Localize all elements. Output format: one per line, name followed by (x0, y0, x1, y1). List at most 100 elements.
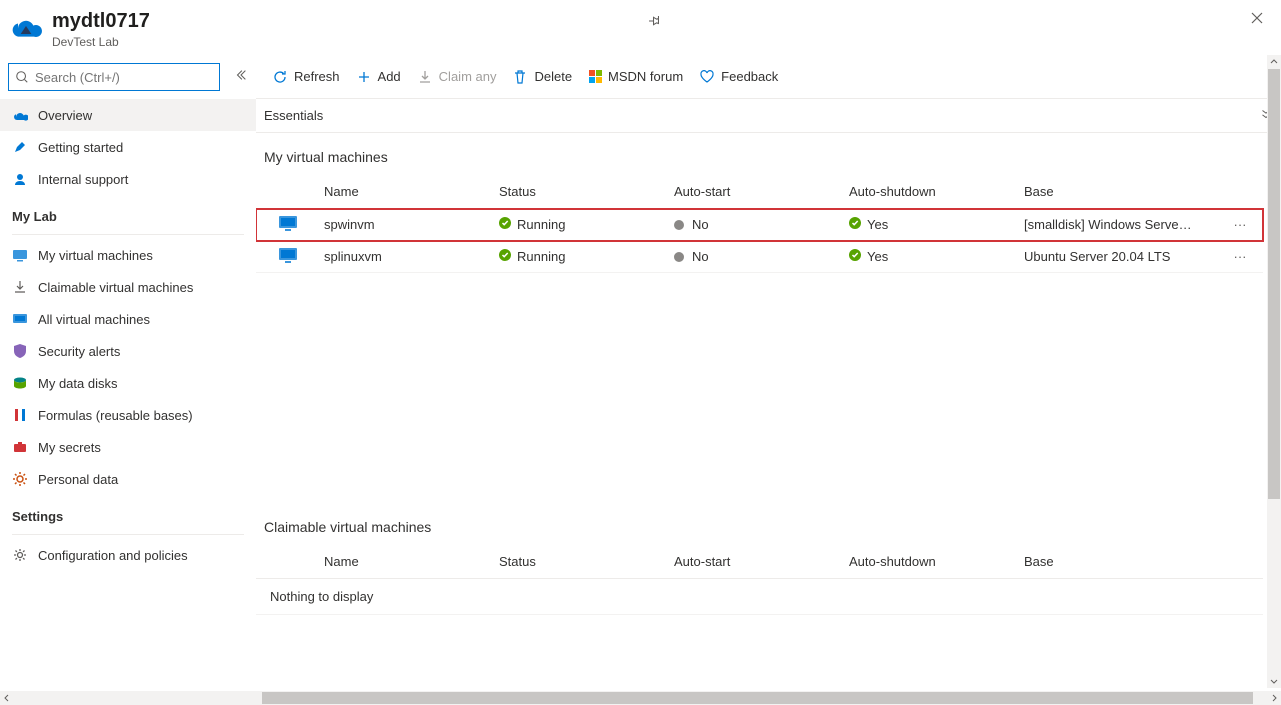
sidebar-item-secrets[interactable]: My secrets (0, 431, 256, 463)
page-title: mydtl0717 (52, 10, 639, 33)
cell-auto-shutdown: Yes (849, 217, 1024, 232)
vm-icon (278, 213, 298, 236)
cell-auto-start: No (674, 249, 849, 264)
button-label: Feedback (721, 69, 778, 84)
vm-icon (278, 245, 298, 268)
sidebar-item-claimable[interactable]: Claimable virtual machines (0, 271, 256, 303)
grid-header: Name Status Auto-start Auto-shutdown Bas… (256, 175, 1263, 209)
grid-header: Name Status Auto-start Auto-shutdown Bas… (256, 545, 1263, 579)
table-row[interactable]: splinuxvmRunningNoYesUbuntu Server 20.04… (256, 241, 1263, 273)
sidebar-item-label: Getting started (38, 140, 123, 155)
pin-button[interactable] (649, 14, 663, 33)
row-more-button[interactable]: ··· (1225, 217, 1255, 232)
page-subtitle: DevTest Lab (52, 35, 639, 49)
sidebar-item-label: Formulas (reusable bases) (38, 408, 193, 423)
sidebar-item-label: All virtual machines (38, 312, 150, 327)
divider (12, 234, 244, 235)
microsoft-icon (588, 70, 602, 84)
col-name[interactable]: Name (324, 184, 499, 199)
button-label: Add (378, 69, 401, 84)
refresh-icon (272, 69, 288, 85)
col-auto-shutdown[interactable]: Auto-shutdown (849, 554, 1024, 569)
sidebar-item-formulas[interactable]: Formulas (reusable bases) (0, 399, 256, 431)
sidebar-item-label: My data disks (38, 376, 117, 391)
col-base[interactable]: Base (1024, 554, 1225, 569)
cell-base: [smalldisk] Windows Serve… (1024, 217, 1225, 232)
col-status[interactable]: Status (499, 184, 674, 199)
sidebar: Overview Getting started Internal suppor… (0, 55, 256, 702)
sidebar-item-label: Security alerts (38, 344, 120, 359)
add-button[interactable]: Add (348, 61, 409, 93)
row-more-button[interactable]: ··· (1225, 249, 1255, 264)
my-vms-heading: My virtual machines (256, 133, 1263, 175)
sidebar-item-security[interactable]: Security alerts (0, 335, 256, 367)
shield-icon (12, 343, 28, 359)
col-auto-start[interactable]: Auto-start (674, 184, 849, 199)
vm-icon (12, 247, 28, 263)
sidebar-item-getting-started[interactable]: Getting started (0, 131, 256, 163)
sidebar-item-label: Claimable virtual machines (38, 280, 193, 295)
essentials-bar[interactable]: Essentials (256, 99, 1281, 133)
search-box[interactable] (8, 63, 220, 91)
search-icon (15, 70, 29, 84)
scroll-up-arrow[interactable] (1267, 55, 1281, 69)
disk-icon (12, 375, 28, 391)
refresh-button[interactable]: Refresh (264, 61, 348, 93)
sidebar-item-label: Configuration and policies (38, 548, 188, 563)
cell-status: Running (499, 217, 674, 232)
sidebar-section-settings: Settings (0, 495, 256, 530)
gear-icon (12, 471, 28, 487)
sidebar-item-label: Personal data (38, 472, 118, 487)
claimable-heading: Claimable virtual machines (256, 503, 1263, 545)
heart-icon (699, 69, 715, 85)
download-icon (12, 279, 28, 295)
vertical-scrollbar[interactable] (1267, 55, 1281, 688)
devtestlab-icon (10, 10, 42, 42)
sidebar-item-config[interactable]: Configuration and policies (0, 539, 256, 571)
blade-header: mydtl0717 DevTest Lab (0, 0, 1281, 55)
col-status[interactable]: Status (499, 554, 674, 569)
col-auto-start[interactable]: Auto-start (674, 554, 849, 569)
cell-name: splinuxvm (324, 249, 499, 264)
button-label: Claim any (439, 69, 497, 84)
claim-any-button: Claim any (409, 61, 505, 93)
delete-button[interactable]: Delete (504, 61, 580, 93)
collapse-sidebar-button[interactable] (234, 68, 248, 87)
close-button[interactable] (1249, 10, 1265, 31)
status-dot-icon (674, 252, 684, 262)
vm-all-icon (12, 311, 28, 327)
search-input[interactable] (35, 70, 213, 85)
sidebar-item-my-vms[interactable]: My virtual machines (0, 239, 256, 271)
table-row[interactable]: spwinvmRunningNoYes[smalldisk] Windows S… (256, 209, 1263, 241)
formula-icon (12, 407, 28, 423)
sidebar-item-personal[interactable]: Personal data (0, 463, 256, 495)
button-label: Delete (534, 69, 572, 84)
divider (12, 534, 244, 535)
scroll-left-arrow[interactable] (0, 691, 14, 705)
scrollbar-thumb[interactable] (1268, 69, 1280, 499)
col-auto-shutdown[interactable]: Auto-shutdown (849, 184, 1024, 199)
rocket-icon (12, 139, 28, 155)
sidebar-item-internal-support[interactable]: Internal support (0, 163, 256, 195)
essentials-label: Essentials (264, 108, 323, 123)
sidebar-item-label: Internal support (38, 172, 128, 187)
sidebar-item-overview[interactable]: Overview (0, 99, 256, 131)
msdn-button[interactable]: MSDN forum (580, 61, 691, 93)
sidebar-item-label: Overview (38, 108, 92, 123)
sidebar-item-all-vms[interactable]: All virtual machines (0, 303, 256, 335)
status-check-icon (849, 217, 861, 232)
scroll-down-arrow[interactable] (1267, 674, 1281, 688)
col-name[interactable]: Name (324, 554, 499, 569)
horizontal-scrollbar[interactable] (0, 691, 1281, 705)
cell-name: spwinvm (324, 217, 499, 232)
scrollbar-thumb[interactable] (262, 692, 1253, 704)
sidebar-item-disks[interactable]: My data disks (0, 367, 256, 399)
col-base[interactable]: Base (1024, 184, 1225, 199)
support-icon (12, 171, 28, 187)
trash-icon (512, 69, 528, 85)
scroll-right-arrow[interactable] (1267, 691, 1281, 705)
gear-icon (12, 547, 28, 563)
main-content: Refresh Add Claim any Delete MSDN forum (256, 55, 1281, 702)
feedback-button[interactable]: Feedback (691, 61, 786, 93)
claimable-grid: Name Status Auto-start Auto-shutdown Bas… (256, 545, 1263, 615)
